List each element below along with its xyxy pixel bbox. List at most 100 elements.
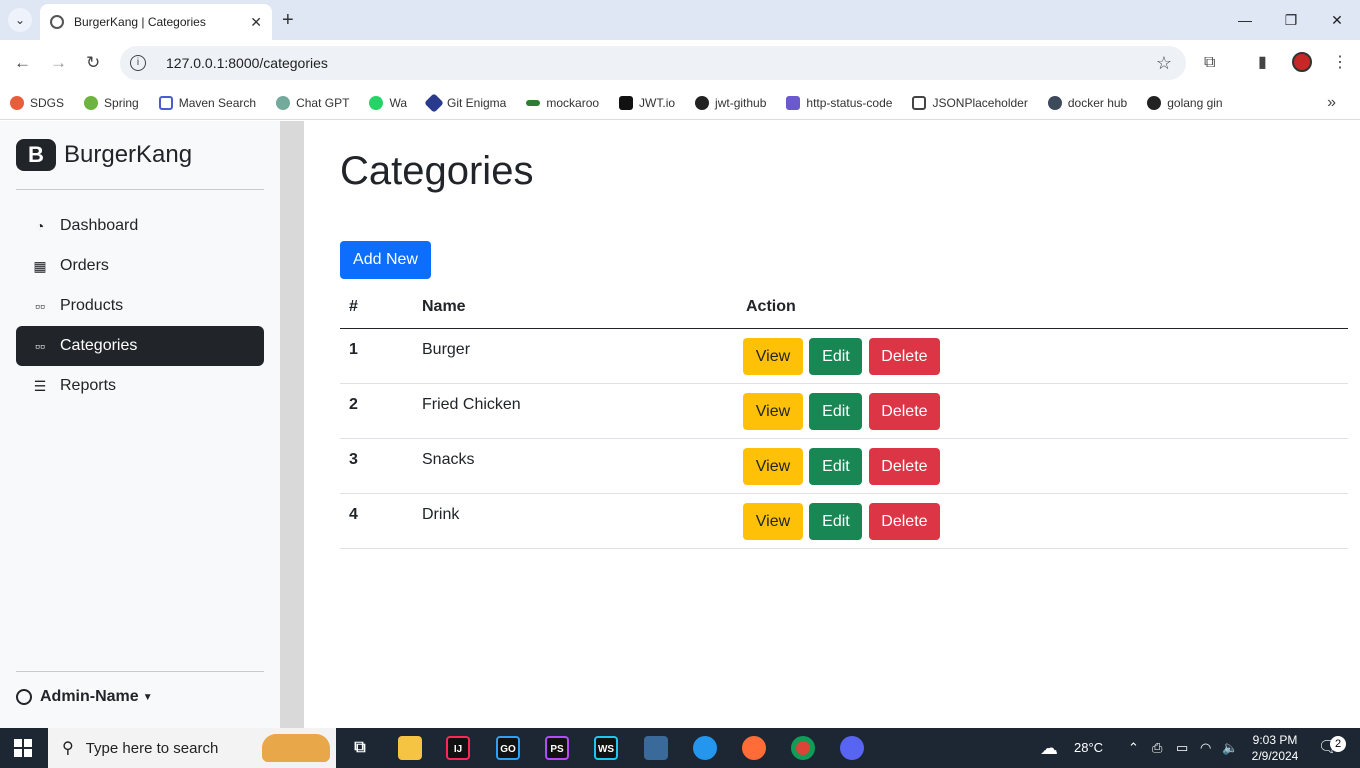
volume-mute-icon[interactable]: 🔈 xyxy=(1222,728,1238,768)
chevron-double-right-icon[interactable]: » xyxy=(1327,94,1336,112)
view-button[interactable]: View xyxy=(743,337,803,375)
webstorm-icon[interactable]: WS xyxy=(594,736,618,760)
edit-button[interactable]: Edit xyxy=(809,337,863,375)
bookmark-item[interactable]: mockaroo xyxy=(526,96,599,110)
sidebar-item-orders[interactable]: ▦ Orders xyxy=(16,246,264,286)
tab-search-button[interactable]: ⌄ xyxy=(8,8,32,32)
close-tab-icon[interactable]: ✕ xyxy=(250,14,262,31)
row-name: Drink xyxy=(413,493,737,549)
row-index: 2 xyxy=(340,383,413,439)
bookmark-item[interactable]: JWT.io xyxy=(619,95,675,110)
wifi-icon[interactable]: ◠ xyxy=(1200,728,1211,768)
menu-kebab-icon[interactable]: ⋮ xyxy=(1332,52,1348,74)
add-new-button[interactable]: Add New xyxy=(340,241,431,279)
person-circle-icon xyxy=(16,689,32,705)
bookmark-item[interactable]: Wa xyxy=(369,95,407,110)
caret-down-icon: ▼ xyxy=(142,691,153,703)
delete-button[interactable]: Delete xyxy=(868,337,940,375)
browser-toolbar: ← → ↻ i 127.0.0.1:8000/categories ☆ ⧉ ▮ … xyxy=(0,40,1360,86)
profile-avatar[interactable] xyxy=(1292,52,1312,72)
divider xyxy=(16,189,264,190)
scrollbar[interactable] xyxy=(280,121,304,728)
table-icon: ▦ xyxy=(33,257,47,274)
git-enigma-icon xyxy=(424,92,444,113)
mockaroo-icon xyxy=(526,99,541,106)
sidebar-item-categories[interactable]: ▫▫ Categories xyxy=(16,326,264,366)
view-button[interactable]: View xyxy=(743,502,803,540)
spring-icon xyxy=(84,95,99,110)
search-icon: ⚲ xyxy=(62,740,74,757)
bookmark-item[interactable]: http-status-code xyxy=(786,95,892,110)
brand[interactable]: B BurgerKang xyxy=(16,139,192,171)
minimize-button[interactable]: — xyxy=(1222,8,1268,32)
taskbar-search[interactable]: ⚲ Type here to search xyxy=(48,728,336,768)
back-button[interactable]: ← xyxy=(14,51,31,75)
sidebar-item-reports[interactable]: ☰ Reports xyxy=(16,366,264,406)
mysql-workbench-icon[interactable] xyxy=(644,736,668,760)
edit-button[interactable]: Edit xyxy=(809,502,863,540)
column-header-name: Name xyxy=(413,287,737,329)
close-window-button[interactable]: ✕ xyxy=(1314,8,1360,32)
clock-time: 9:03 PM xyxy=(1252,733,1298,747)
table-header-row: # Name Action xyxy=(340,287,1348,329)
weather-temp[interactable]: 28°C xyxy=(1074,728,1103,768)
bookmark-item[interactable]: docker hub xyxy=(1047,95,1127,110)
bookmark-item[interactable]: Chat GPT xyxy=(276,95,349,110)
table-row: 3 Snacks View Edit Delete xyxy=(340,438,1348,494)
user-dropdown[interactable]: Admin-Name ▼ xyxy=(16,688,153,706)
grid-icon: ▫▫ xyxy=(35,338,45,354)
bookmark-item[interactable]: Git Enigma xyxy=(424,92,506,113)
extensions-icon[interactable]: ⧉ xyxy=(1204,52,1215,74)
row-actions: View Edit Delete xyxy=(737,438,1348,494)
site-info-icon[interactable]: i xyxy=(130,55,146,71)
restore-button[interactable]: ❐ xyxy=(1268,8,1314,32)
row-index: 4 xyxy=(340,493,413,549)
reload-button[interactable]: ↻ xyxy=(86,51,100,75)
address-bar[interactable]: i 127.0.0.1:8000/categories ☆ xyxy=(120,46,1186,80)
weather-icon[interactable]: ☁ xyxy=(1040,728,1058,768)
edit-button[interactable]: Edit xyxy=(809,392,863,430)
row-name: Fried Chicken xyxy=(413,383,737,439)
search-placeholder: Type here to search xyxy=(85,739,219,757)
discord-icon[interactable] xyxy=(840,736,864,760)
view-button[interactable]: View xyxy=(743,392,803,430)
sidebar-item-products[interactable]: ▫▫ Products xyxy=(16,286,264,326)
github-icon xyxy=(1147,95,1162,110)
bookmark-item[interactable]: jwt-github xyxy=(695,95,766,110)
bookmark-item[interactable]: Spring xyxy=(84,95,139,110)
sidebar-nav: ◔ Dashboard ▦ Orders ▫▫ Products ▫▫ Cate… xyxy=(16,206,264,406)
side-panel-icon[interactable]: ▮ xyxy=(1258,52,1267,74)
row-name: Snacks xyxy=(413,438,737,494)
grid-icon: ▫▫ xyxy=(35,298,45,314)
battery-icon[interactable]: ▭ xyxy=(1176,728,1188,768)
goland-icon[interactable]: GO xyxy=(496,736,520,760)
whatsapp-icon xyxy=(369,95,384,110)
tray-chevron-icon[interactable]: ⌃ xyxy=(1128,728,1139,768)
delete-button[interactable]: Delete xyxy=(868,502,940,540)
intellij-icon[interactable]: IJ xyxy=(446,736,470,760)
bookmark-star-icon[interactable]: ☆ xyxy=(1156,53,1172,74)
sidebar-item-dashboard[interactable]: ◔ Dashboard xyxy=(16,206,264,246)
edit-button[interactable]: Edit xyxy=(809,447,863,485)
meet-now-icon[interactable]: ⎙ xyxy=(1152,728,1162,768)
delete-button[interactable]: Delete xyxy=(868,447,940,485)
windows-start-icon[interactable] xyxy=(14,739,32,757)
bookmark-item[interactable]: Maven Search xyxy=(158,95,256,110)
delete-button[interactable]: Delete xyxy=(868,392,940,430)
task-view-icon[interactable]: ⧉ xyxy=(348,736,372,760)
browser-tab[interactable]: BurgerKang | Categories ✕ xyxy=(40,4,272,40)
maven-icon xyxy=(158,95,173,110)
bookmark-item[interactable]: JSONPlaceholder xyxy=(912,95,1028,110)
forward-button[interactable]: → xyxy=(50,51,67,75)
bookmark-item[interactable]: SDGS xyxy=(10,95,64,110)
chrome-icon[interactable] xyxy=(791,736,815,760)
file-explorer-icon[interactable] xyxy=(398,736,422,760)
view-button[interactable]: View xyxy=(743,447,803,485)
taskbar-clock[interactable]: 9:03 PM 2/9/2024 xyxy=(1240,732,1310,764)
phpstorm-icon[interactable]: PS xyxy=(545,736,569,760)
new-tab-button[interactable]: + xyxy=(282,8,294,32)
docker-icon[interactable] xyxy=(693,736,717,760)
bookmark-item[interactable]: golang gin xyxy=(1147,95,1223,110)
categories-table: # Name Action 1 Burger View Edit Delete … xyxy=(340,287,1348,549)
postman-icon[interactable] xyxy=(742,736,766,760)
